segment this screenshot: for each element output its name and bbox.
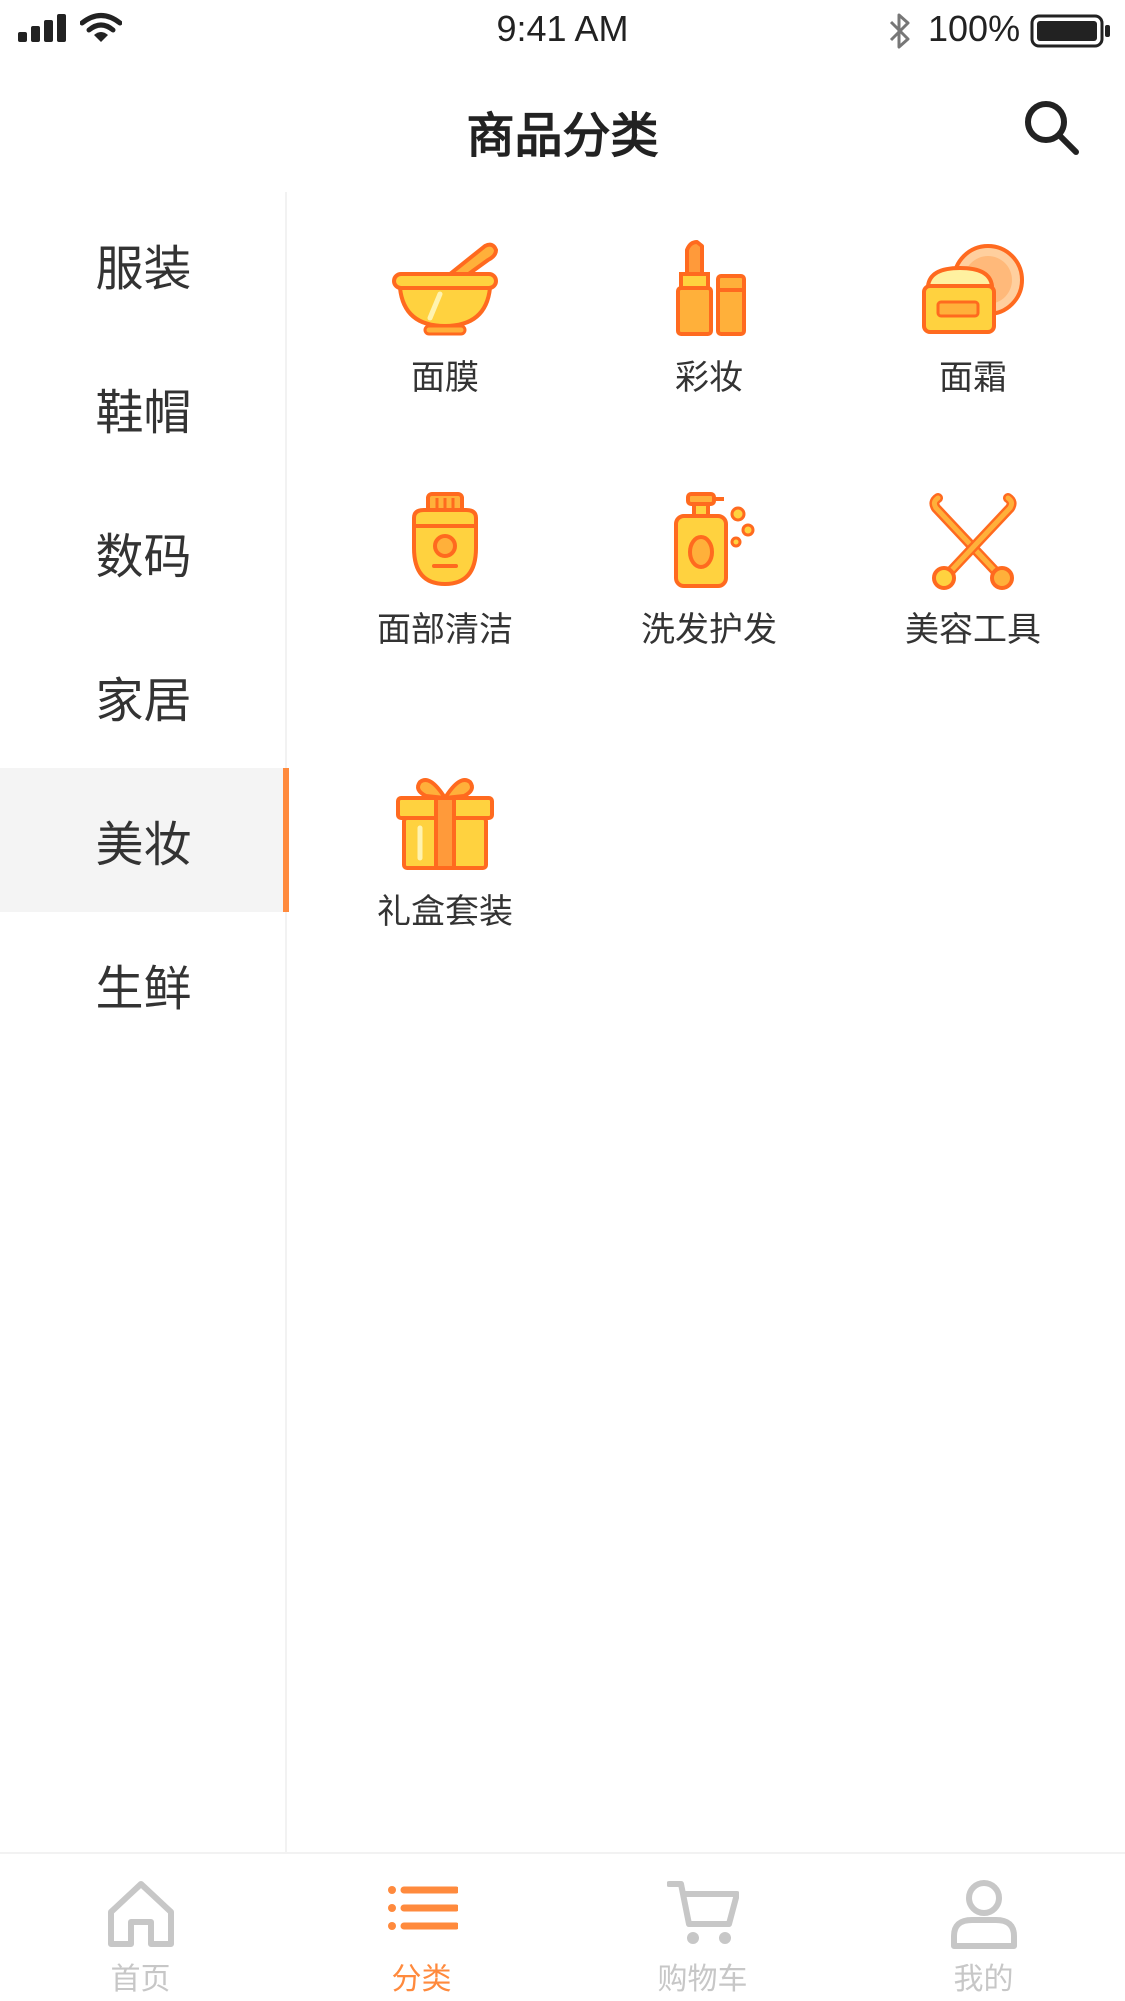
shampoo-bottle-icon: [674, 492, 755, 588]
sidebar-item-label: 鞋帽: [95, 385, 192, 441]
category-label: 面部清洁: [377, 610, 513, 650]
page-title: 商品分类: [466, 108, 659, 164]
sidebar-item-shoes-hats[interactable]: 鞋帽: [0, 336, 287, 480]
sidebar-item-label: 家居: [95, 673, 192, 729]
sidebar-item-label: 美妆: [95, 817, 192, 873]
category-hair-care[interactable]: 洗发护发: [594, 490, 824, 651]
sidebar-item-beauty[interactable]: 美妆: [0, 768, 289, 912]
battery-percent: 100%: [928, 8, 1021, 49]
category-label: 礼盒套装: [377, 892, 513, 932]
beauty-tools-icon: [929, 493, 1017, 590]
tab-profile[interactable]: 我的: [843, 1854, 1124, 2001]
tab-label: 首页: [110, 1962, 171, 1997]
tab-bar: 首页 分类 购物车 我的: [0, 1852, 1125, 2001]
cart-icon: [667, 1881, 739, 1944]
category-label: 面霜: [939, 358, 1007, 398]
user-icon: [951, 1880, 1017, 1949]
sidebar-item-clothing[interactable]: 服装: [0, 192, 287, 336]
mortar-bowl-icon: [392, 242, 498, 336]
home-icon: [108, 1881, 174, 1947]
tab-category[interactable]: 分类: [281, 1854, 562, 2001]
lipstick-icon: [676, 240, 746, 336]
tab-label: 分类: [391, 1962, 452, 1997]
sidebar-item-fresh[interactable]: 生鲜: [0, 912, 287, 1056]
category-label: 美容工具: [905, 610, 1041, 650]
gift-box-icon: [396, 778, 494, 870]
tab-cart[interactable]: 购物车: [562, 1854, 843, 2001]
category-makeup[interactable]: 彩妆: [594, 238, 824, 399]
category-face-cleansing[interactable]: 面部清洁: [330, 490, 560, 651]
battery-icon: [1030, 14, 1110, 48]
search-icon[interactable]: [1020, 96, 1084, 160]
category-label: 洗发护发: [641, 610, 777, 650]
category-sidebar: 服装 鞋帽 数码 家居 美妆 生鲜: [0, 192, 289, 1852]
category-label: 面膜: [411, 358, 479, 398]
sidebar-item-label: 数码: [95, 529, 192, 585]
tab-label: 我的: [953, 1962, 1014, 1997]
status-bar: 9:41 AM 100%: [0, 0, 1125, 62]
category-beauty-tools[interactable]: 美容工具: [858, 490, 1088, 651]
category-label: 彩妆: [675, 358, 743, 398]
category-gift-sets[interactable]: 礼盒套装: [330, 772, 560, 933]
cream-jar-icon: [922, 244, 1024, 334]
bluetooth-icon: [889, 13, 910, 49]
tab-label: 购物车: [657, 1962, 748, 1997]
list-icon: [388, 1886, 458, 1930]
sidebar-item-digital[interactable]: 数码: [0, 480, 287, 624]
sidebar-item-label: 服装: [95, 241, 192, 297]
category-face-cream[interactable]: 面霜: [858, 238, 1088, 399]
sidebar-item-home[interactable]: 家居: [0, 624, 287, 768]
sidebar-item-label: 生鲜: [95, 961, 192, 1017]
face-cleanser-icon: [412, 492, 478, 586]
category-mask[interactable]: 面膜: [330, 238, 560, 399]
tab-home[interactable]: 首页: [0, 1854, 281, 2001]
